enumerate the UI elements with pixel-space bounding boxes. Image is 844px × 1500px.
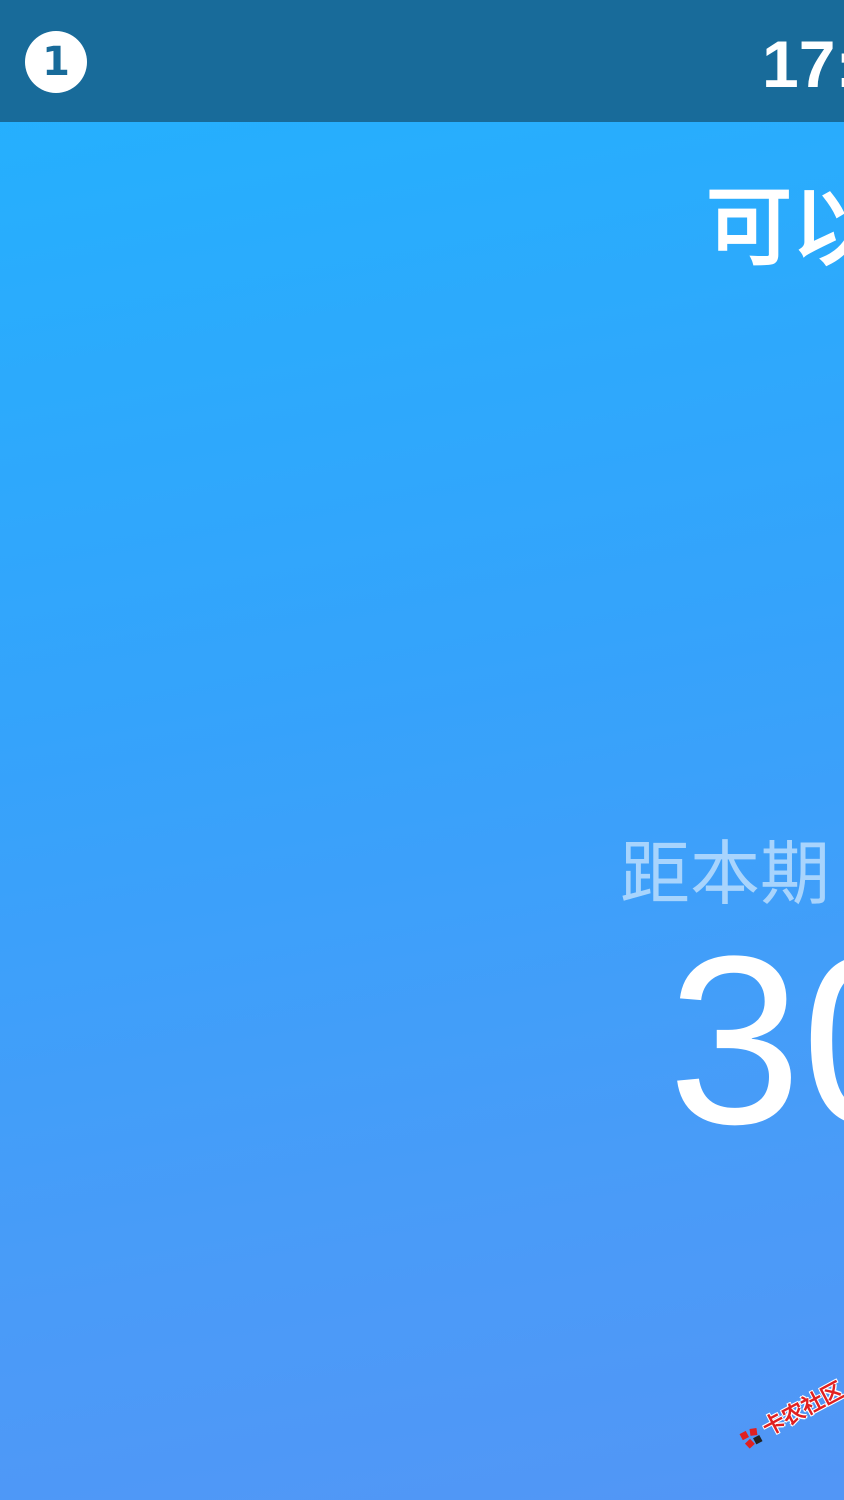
- notification-count-badge: 1: [25, 31, 87, 93]
- countdown-value: 30: [668, 906, 844, 1174]
- app-screen: 1 17: 可以 距本期 30 卡农社区: [0, 0, 844, 1500]
- watermark-text: 卡农社区: [758, 1377, 844, 1442]
- countdown-label: 距本期: [620, 833, 830, 915]
- watermark: 卡农社区: [736, 1378, 844, 1454]
- status-time: 17:: [762, 27, 844, 101]
- status-bar: 1 17:: [0, 0, 844, 122]
- kanong-logo-icon: [739, 1428, 763, 1449]
- page-headline: 可以: [706, 178, 844, 278]
